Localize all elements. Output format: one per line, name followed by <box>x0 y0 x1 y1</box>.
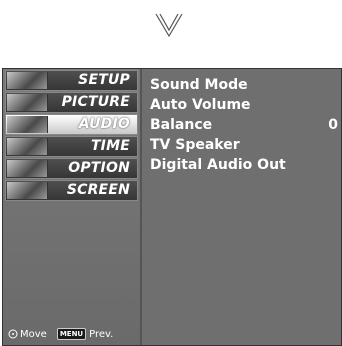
sidebar-item-time[interactable]: TIME <box>5 136 138 157</box>
sidebar-menu: SETUP PICTURE AUDIO TIME OPTION SCREEN M… <box>3 69 142 345</box>
option-sound-mode[interactable]: Sound Mode <box>150 75 340 95</box>
prev-hint: Prev. <box>89 328 114 340</box>
dpad-icon <box>8 329 18 339</box>
audio-icon <box>7 116 48 133</box>
sidebar-item-option[interactable]: OPTION <box>5 158 138 179</box>
option-label: Auto Volume <box>150 97 251 113</box>
option-tv-speaker[interactable]: TV Speaker <box>150 135 340 155</box>
footer-hints: Move MENU Prev. <box>3 325 140 343</box>
osd-panel: SETUP PICTURE AUDIO TIME OPTION SCREEN M… <box>2 68 342 346</box>
move-hint: Move <box>20 328 47 340</box>
chevron-down-icon <box>155 13 183 38</box>
option-auto-volume[interactable]: Auto Volume <box>150 95 340 115</box>
sidebar-item-label: SETUP <box>78 72 130 88</box>
screen-icon <box>7 182 48 199</box>
sidebar-item-label: AUDIO <box>78 116 130 132</box>
sidebar-item-audio[interactable]: AUDIO <box>5 114 138 135</box>
option-icon <box>7 160 48 177</box>
option-label: Sound Mode <box>150 77 248 93</box>
sidebar-item-picture[interactable]: PICTURE <box>5 92 138 113</box>
sidebar-item-label: PICTURE <box>61 94 130 110</box>
sidebar-item-screen[interactable]: SCREEN <box>5 180 138 201</box>
picture-icon <box>7 94 48 111</box>
sidebar-item-label: SCREEN <box>66 182 130 198</box>
audio-options: Sound Mode Auto Volume Balance 0 TV Spea… <box>150 75 340 175</box>
menu-button-label: MENU <box>56 328 87 340</box>
sidebar-item-label: OPTION <box>68 160 130 176</box>
balance-value: 0 <box>328 117 338 133</box>
option-digital-audio-out[interactable]: Digital Audio Out <box>150 155 340 175</box>
sidebar-item-setup[interactable]: SETUP <box>5 70 138 91</box>
setup-icon <box>7 72 48 89</box>
sidebar-item-label: TIME <box>90 138 130 154</box>
option-label: Balance <box>150 117 213 133</box>
option-label: TV Speaker <box>150 137 240 153</box>
time-icon <box>7 138 48 155</box>
option-label: Digital Audio Out <box>150 157 286 173</box>
option-balance[interactable]: Balance 0 <box>150 115 340 135</box>
